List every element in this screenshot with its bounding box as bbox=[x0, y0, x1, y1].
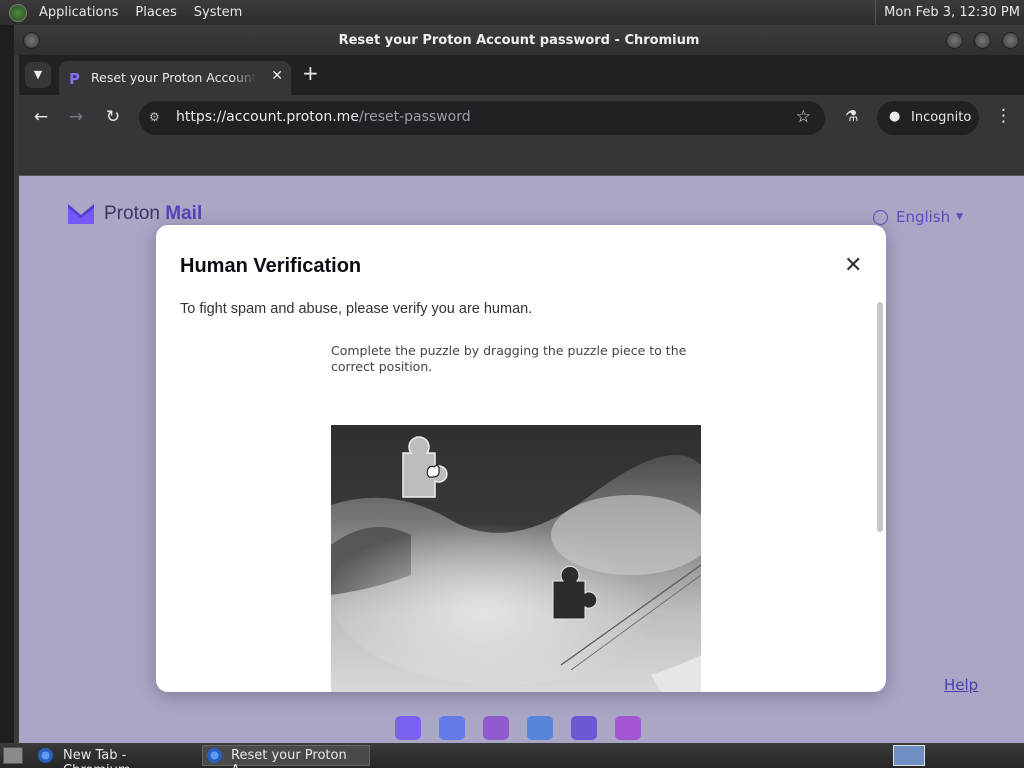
incognito-badge[interactable]: ● Incognito bbox=[877, 101, 979, 135]
chromium-icon bbox=[38, 748, 53, 763]
forward-arrow-icon[interactable]: → bbox=[65, 106, 87, 128]
tab-title: Reset your Proton Account password bbox=[91, 70, 256, 85]
desktop-edge bbox=[0, 25, 14, 743]
chevron-down-icon: ▼ bbox=[33, 68, 43, 81]
brand-name: Proton Mail bbox=[104, 203, 203, 224]
taskbar-item-new-tab[interactable]: New Tab - Chromium bbox=[33, 745, 197, 768]
human-verification-modal: Human Verification ✕ To fight spam and a… bbox=[156, 225, 886, 692]
back-arrow-icon[interactable]: ← bbox=[30, 106, 52, 128]
modal-title: Human Verification bbox=[180, 255, 362, 277]
window-titlebar[interactable]: Reset your Proton Account password - Chr… bbox=[14, 25, 1024, 55]
site-settings-icon[interactable]: ⚙ bbox=[149, 110, 160, 124]
help-link[interactable]: Help bbox=[944, 676, 978, 694]
calendar-app-icon[interactable] bbox=[439, 716, 465, 740]
top-panel: Applications Places System Mon Feb 3, 12… bbox=[0, 0, 1024, 25]
proton-favicon-icon: P bbox=[69, 70, 80, 88]
captcha-puzzle-canvas[interactable] bbox=[331, 425, 701, 692]
bookmark-star-icon[interactable]: ☆ bbox=[796, 107, 811, 127]
mail-app-icon[interactable] bbox=[395, 716, 421, 740]
modal-subtitle: To fight spam and abuse, please verify y… bbox=[180, 301, 533, 317]
vpn-app-icon[interactable] bbox=[527, 716, 553, 740]
chromium-icon bbox=[207, 748, 222, 763]
window-title: Reset your Proton Account password - Chr… bbox=[338, 33, 700, 48]
new-tab-button[interactable]: + bbox=[302, 63, 319, 83]
distro-logo-icon[interactable] bbox=[9, 3, 27, 22]
proton-mail-logo[interactable]: Proton Mail bbox=[67, 202, 202, 226]
proton-mail-icon bbox=[68, 204, 94, 224]
show-desktop-icon[interactable] bbox=[3, 747, 23, 764]
puzzle-background-image bbox=[331, 425, 701, 692]
labs-flask-icon[interactable]: ⚗ bbox=[845, 107, 858, 125]
incognito-label: Incognito bbox=[911, 110, 972, 125]
incognito-icon: ● bbox=[889, 109, 901, 124]
browser-toolbar: ← → ↻ ⚙ https://account.proton.me/reset-… bbox=[19, 95, 1024, 141]
language-label: English bbox=[896, 208, 951, 226]
system-menu[interactable]: System bbox=[189, 5, 247, 20]
maximize-icon[interactable] bbox=[974, 32, 991, 49]
tab-strip: ▼ P Reset your Proton Account password ✕… bbox=[19, 55, 1024, 95]
panel-clock[interactable]: Mon Feb 3, 12:30 PM bbox=[875, 0, 1020, 25]
window-menu-icon[interactable] bbox=[23, 32, 40, 49]
modal-scrollbar-thumb[interactable] bbox=[877, 302, 883, 532]
caret-down-icon: ▼ bbox=[956, 212, 964, 222]
pass-app-icon[interactable] bbox=[571, 716, 597, 740]
proton-apps-row bbox=[395, 716, 641, 740]
drive-app-icon[interactable] bbox=[483, 716, 509, 740]
url-text[interactable]: https://account.proton.me/reset-password bbox=[176, 109, 471, 125]
toolbar-spacer bbox=[19, 141, 1024, 176]
language-selector[interactable]: English ▼ bbox=[873, 208, 963, 226]
taskbar-item-reset-password[interactable]: Reset your Proton A... bbox=[202, 745, 370, 768]
close-icon[interactable]: ✕ bbox=[844, 255, 862, 277]
places-menu[interactable]: Places bbox=[130, 5, 181, 20]
minimize-icon[interactable] bbox=[946, 32, 963, 49]
more-menu-icon[interactable]: ⋮ bbox=[995, 106, 1012, 126]
puzzle-instruction: Complete the puzzle by dragging the puzz… bbox=[331, 343, 687, 374]
tab-search-button[interactable]: ▼ bbox=[25, 62, 51, 88]
wallet-app-icon[interactable] bbox=[615, 716, 641, 740]
tab-reset-password[interactable]: P Reset your Proton Account password ✕ bbox=[59, 61, 291, 95]
grab-cursor-icon bbox=[426, 465, 440, 478]
address-bar[interactable]: ⚙ https://account.proton.me/reset-passwo… bbox=[139, 101, 825, 135]
tab-close-icon[interactable]: ✕ bbox=[271, 68, 283, 84]
workspace-switcher[interactable] bbox=[893, 745, 925, 766]
applications-menu[interactable]: Applications bbox=[34, 5, 123, 20]
reload-icon[interactable]: ↻ bbox=[102, 106, 124, 128]
close-window-icon[interactable] bbox=[1002, 32, 1019, 49]
taskbar: New Tab - Chromium Reset your Proton A..… bbox=[0, 743, 1024, 768]
globe-icon bbox=[873, 209, 888, 225]
